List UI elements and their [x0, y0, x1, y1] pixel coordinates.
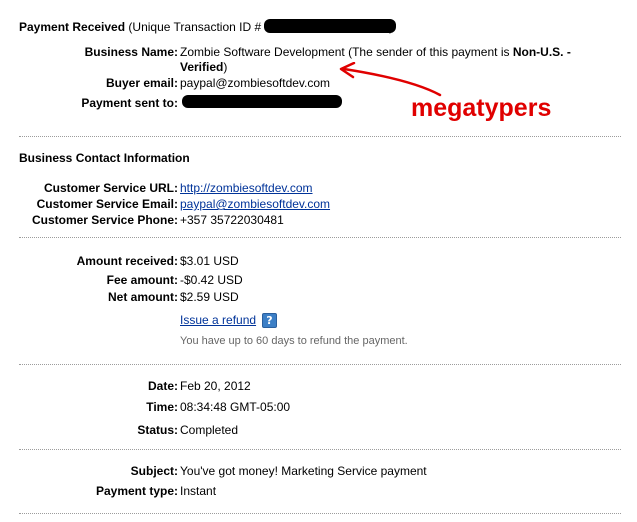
time-label: Time:	[146, 400, 178, 414]
time-value: 08:34:48 GMT-05:00	[180, 400, 291, 414]
redacted-transaction-id	[264, 19, 396, 33]
payment-sent-to-label: Payment sent to:	[81, 96, 178, 110]
divider	[19, 513, 621, 514]
customer-service-url-link[interactable]: http://zombiesoftdev.com	[180, 181, 313, 195]
divider	[19, 136, 621, 137]
annotation-text: megatypers	[411, 94, 552, 122]
page-title: Payment Received	[19, 20, 126, 34]
date-value: Feb 20, 2012	[180, 379, 251, 393]
net-amount-label: Net amount:	[108, 290, 178, 304]
business-contact-heading: Business Contact Information	[19, 151, 190, 165]
subject-label: Subject:	[130, 464, 178, 478]
business-name-close: )	[223, 60, 228, 74]
business-name-text: Zombie Software Development (The sender …	[180, 45, 513, 59]
payment-type-label: Payment type:	[95, 484, 178, 498]
customer-service-email-label: Customer Service Email:	[36, 197, 178, 211]
divider	[19, 237, 621, 238]
divider	[19, 364, 621, 365]
verified-status: Verified	[180, 60, 224, 74]
subject-value: You've got money! Marketing Service paym…	[180, 464, 427, 478]
amount-received-label: Amount received:	[76, 254, 178, 268]
transaction-id-prefix: (Unique Transaction ID #	[128, 20, 262, 34]
redacted-recipient-email	[182, 95, 342, 108]
date-label: Date:	[147, 379, 178, 393]
customer-service-url-label: Customer Service URL:	[43, 181, 178, 195]
business-name-value: Zombie Software Development (The sender …	[180, 45, 571, 59]
help-icon[interactable]: ?	[262, 313, 277, 328]
status-value: Completed	[180, 423, 239, 437]
sender-status: Non-U.S. -	[512, 45, 571, 59]
refund-note: You have up to 60 days to refund the pay…	[180, 335, 408, 347]
amount-received-value: $3.01 USD	[180, 254, 239, 268]
buyer-email-label: Buyer email:	[105, 76, 178, 90]
divider	[19, 449, 621, 450]
customer-service-phone-value: +357 35722030481	[180, 213, 284, 227]
customer-service-email-link[interactable]: paypal@zombiesoftdev.com	[180, 197, 330, 211]
payment-type-value: Instant	[180, 484, 217, 498]
status-label: Status:	[137, 423, 178, 437]
fee-amount-value: -$0.42 USD	[180, 273, 243, 287]
fee-amount-label: Fee amount:	[106, 273, 178, 287]
business-name-label: Business Name:	[84, 45, 178, 59]
customer-service-phone-label: Customer Service Phone:	[31, 213, 178, 227]
net-amount-value: $2.59 USD	[180, 290, 239, 304]
issue-refund-link[interactable]: Issue a refund	[180, 313, 256, 327]
buyer-email-value: paypal@zombiesoftdev.com	[180, 76, 331, 90]
business-name-value-cont: Verified)	[180, 60, 227, 74]
